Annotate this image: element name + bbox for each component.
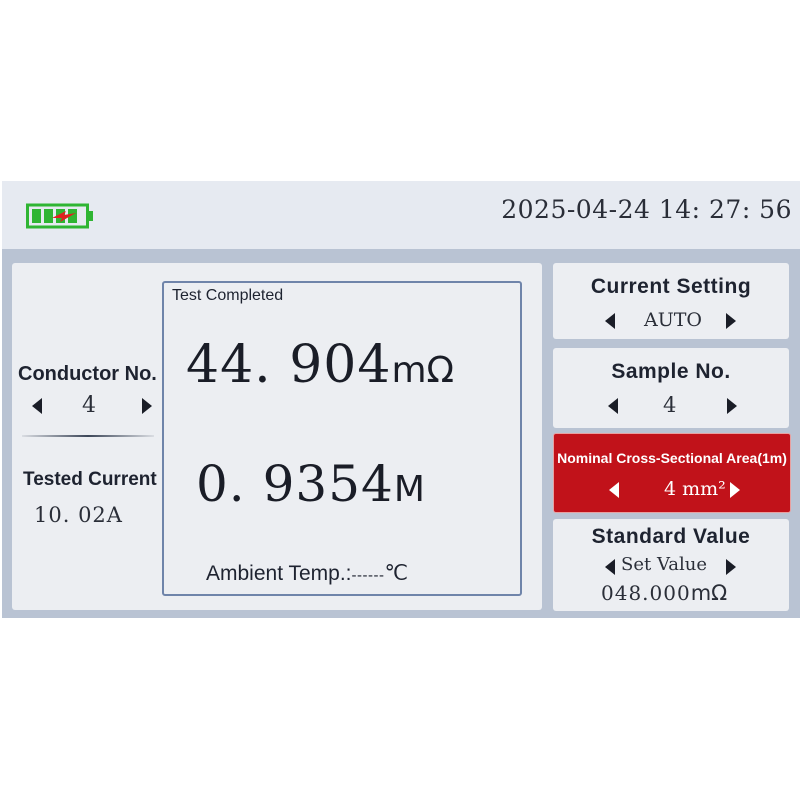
arrow-left-icon[interactable] xyxy=(609,482,619,498)
standard-value-number: 048.000 xyxy=(601,581,691,605)
sample-no-title: Sample No. xyxy=(611,360,731,383)
ambient-temp-unit: ℃ xyxy=(384,562,409,585)
result-display-box: Test Completed 44. 904mΩ 0. 9354M Ambien… xyxy=(162,281,522,596)
arrow-right-icon[interactable] xyxy=(727,398,737,414)
conductor-no-selector[interactable]: 4 xyxy=(24,393,154,419)
tested-current-label: Tested Current xyxy=(23,469,157,490)
ambient-temp: Ambient Temp.:------℃ xyxy=(206,561,408,586)
arrow-left-icon[interactable] xyxy=(605,559,615,575)
tested-current-value: 10. 02A xyxy=(34,503,123,527)
current-setting-title: Current Setting xyxy=(590,275,752,298)
arrow-right-icon[interactable] xyxy=(730,482,740,498)
measurement-panel: Conductor No. 4 Tested Current 10. 02A T… xyxy=(12,263,542,610)
length-value: 0. 9354 xyxy=(196,455,394,513)
resistance-value: 44. 904 xyxy=(186,335,392,395)
battery-charging-icon xyxy=(26,203,93,229)
arrow-left-icon[interactable] xyxy=(32,398,42,414)
cross-section-title: Nominal Cross-Sectional Area(1m) xyxy=(557,450,787,466)
current-setting-panel[interactable]: Current Setting AUTO xyxy=(553,263,789,339)
standard-value-reading: 048.000mΩ xyxy=(601,581,727,605)
resistance-unit: mΩ xyxy=(391,350,455,391)
device-screen: 2025-04-24 14: 27: 56 Conductor No. 4 Te… xyxy=(2,181,800,618)
arrow-right-icon[interactable] xyxy=(726,313,736,329)
sample-no-value: 4 xyxy=(663,393,677,417)
arrow-right-icon[interactable] xyxy=(142,398,152,414)
arrow-left-icon[interactable] xyxy=(608,398,618,414)
set-value-label: Set Value xyxy=(621,554,708,575)
arrow-right-icon[interactable] xyxy=(726,559,736,575)
divider-line xyxy=(22,435,154,437)
length-reading: 0. 9354M xyxy=(196,455,425,513)
status-bar: 2025-04-24 14: 27: 56 xyxy=(2,181,800,249)
length-unit: M xyxy=(393,469,425,510)
sample-no-panel[interactable]: Sample No. 4 xyxy=(553,348,789,428)
test-status-text: Test Completed xyxy=(172,287,284,304)
datetime-display: 2025-04-24 14: 27: 56 xyxy=(501,195,792,224)
standard-value-unit: mΩ xyxy=(690,581,728,605)
cross-section-value: 4 mm² xyxy=(664,478,726,500)
cross-section-panel[interactable]: Nominal Cross-Sectional Area(1m) 4 mm² xyxy=(553,433,791,513)
resistance-reading: 44. 904mΩ xyxy=(186,335,454,395)
ambient-temp-value: ------ xyxy=(351,567,385,584)
current-setting-value: AUTO xyxy=(644,309,702,331)
standard-value-title: Standard Value xyxy=(591,525,751,548)
conductor-no-label: Conductor No. xyxy=(18,363,157,385)
arrow-left-icon[interactable] xyxy=(605,313,615,329)
conductor-no-value: 4 xyxy=(82,393,96,418)
ambient-temp-label: Ambient Temp.: xyxy=(206,562,352,585)
standard-value-panel[interactable]: Standard Value Set Value 048.000mΩ xyxy=(553,519,789,611)
